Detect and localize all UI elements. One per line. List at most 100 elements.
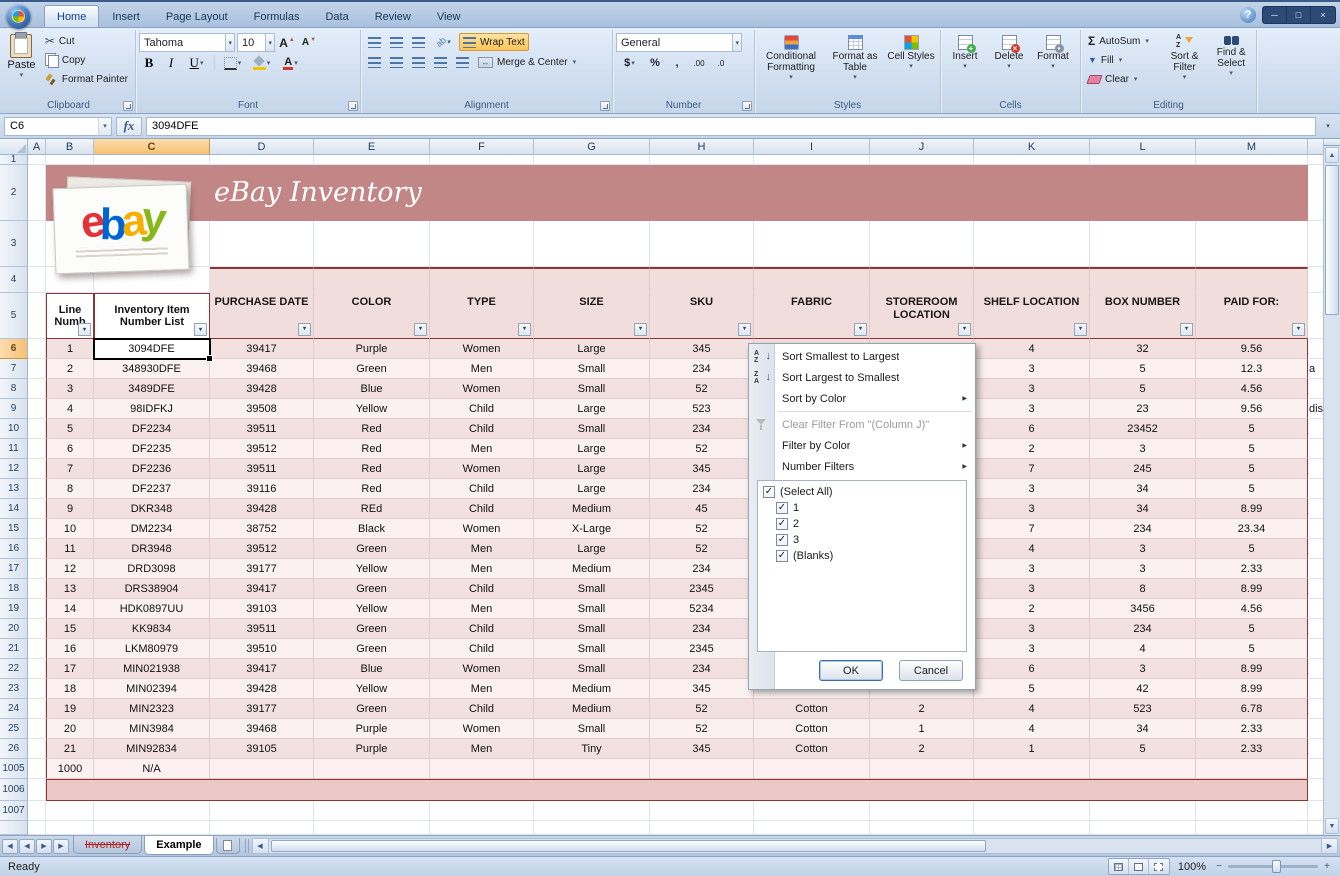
cell-K21[interactable]: 3: [974, 639, 1090, 659]
cell-H26[interactable]: 345: [650, 739, 754, 759]
cell-B20[interactable]: 15: [46, 619, 94, 639]
cell-H15[interactable]: 52: [650, 519, 754, 539]
cell-F14[interactable]: Child: [430, 499, 534, 519]
cell-G8[interactable]: Small: [534, 379, 650, 399]
cell-A[interactable]: [28, 801, 46, 821]
sheet-tab-inventory[interactable]: Inventory: [73, 836, 142, 854]
ribbon-tab-data[interactable]: Data: [312, 5, 361, 27]
cell-I24[interactable]: Cotton: [754, 699, 870, 719]
column-header-B[interactable]: B: [46, 139, 94, 155]
filter-button-F[interactable]: ▾: [518, 323, 531, 336]
cell-J26[interactable]: 2: [870, 739, 974, 759]
bold-button[interactable]: B: [139, 54, 159, 72]
cell-partial-15[interactable]: [1308, 519, 1324, 539]
merge-center-button[interactable]: Merge & Center▾: [474, 53, 580, 71]
row-header-23[interactable]: 23: [0, 679, 28, 699]
cell-partial-17[interactable]: [1308, 559, 1324, 579]
filter-button-L[interactable]: ▾: [1180, 323, 1193, 336]
close-button[interactable]: ×: [1311, 7, 1335, 23]
copy-button[interactable]: Copy: [41, 51, 132, 69]
cell-A[interactable]: [28, 155, 46, 165]
cell-E[interactable]: [314, 821, 430, 835]
row-header-1007[interactable]: 1007: [0, 801, 28, 821]
cell-F6[interactable]: Women: [430, 339, 534, 359]
fill-button[interactable]: ▼Fill▾: [1084, 51, 1160, 69]
cell-E16[interactable]: Green: [314, 539, 430, 559]
checkbox-checked-icon[interactable]: ✓: [776, 518, 788, 530]
menu-item-number-filters[interactable]: Number Filters▶: [749, 456, 975, 477]
cell-G[interactable]: [534, 155, 650, 165]
cell-E12[interactable]: Red: [314, 459, 430, 479]
row-header-7[interactable]: 7: [0, 359, 28, 379]
cell-L1005[interactable]: [1090, 759, 1196, 779]
cell-K24[interactable]: 4: [974, 699, 1090, 719]
cell-A[interactable]: [28, 459, 46, 479]
accounting-format-button[interactable]: $▾: [616, 54, 643, 72]
cell-A[interactable]: [28, 359, 46, 379]
autosum-button[interactable]: ΣAutoSum▾: [1084, 32, 1160, 50]
checkbox-checked-icon[interactable]: ✓: [776, 502, 788, 514]
cell-L20[interactable]: 234: [1090, 619, 1196, 639]
cell-K15[interactable]: 7: [974, 519, 1090, 539]
cell-M18[interactable]: 8.99: [1196, 579, 1308, 599]
cell-G23[interactable]: Medium: [534, 679, 650, 699]
cell-L10[interactable]: 23452: [1090, 419, 1196, 439]
cell-L23[interactable]: 42: [1090, 679, 1196, 699]
cell-B7[interactable]: 2: [46, 359, 94, 379]
cell-L17[interactable]: 3: [1090, 559, 1196, 579]
cell-A[interactable]: [28, 759, 46, 779]
cell-D[interactable]: [210, 267, 314, 293]
cell-A[interactable]: [28, 293, 46, 339]
cell-G19[interactable]: Small: [534, 599, 650, 619]
cell-E[interactable]: [314, 801, 430, 821]
cell-K18[interactable]: 3: [974, 579, 1090, 599]
cell-H9[interactable]: 523: [650, 399, 754, 419]
scroll-up-button[interactable]: ▲: [1325, 147, 1339, 163]
increase-decimal-button[interactable]: .00: [689, 54, 709, 72]
cell-M19[interactable]: 4.56: [1196, 599, 1308, 619]
cell-L[interactable]: [1090, 267, 1196, 293]
cell-E18[interactable]: Green: [314, 579, 430, 599]
cell-partial-6[interactable]: [1308, 339, 1324, 359]
cell-B6[interactable]: 1: [46, 339, 94, 359]
minimize-button[interactable]: ─: [1263, 7, 1287, 23]
cell-B21[interactable]: 16: [46, 639, 94, 659]
cell-F26[interactable]: Men: [430, 739, 534, 759]
scroll-right-button[interactable]: ▶: [1321, 839, 1337, 853]
filter-button-C[interactable]: ▾: [194, 323, 207, 336]
cell-C12[interactable]: DF2236: [94, 459, 210, 479]
cell-B[interactable]: [46, 155, 94, 165]
sheet-tab-example[interactable]: Example: [144, 836, 213, 855]
cell-H22[interactable]: 234: [650, 659, 754, 679]
cell-A[interactable]: [28, 599, 46, 619]
cell-A[interactable]: [28, 679, 46, 699]
cell-A[interactable]: [28, 699, 46, 719]
font-size-dropdown-icon[interactable]: ▾: [265, 34, 274, 51]
cell-M16[interactable]: 5: [1196, 539, 1308, 559]
cell-D8[interactable]: 39428: [210, 379, 314, 399]
cell-A[interactable]: [28, 539, 46, 559]
cell-C[interactable]: [94, 801, 210, 821]
cell-M9[interactable]: 9.56: [1196, 399, 1308, 419]
underline-button[interactable]: U▾: [183, 54, 210, 72]
cell-C14[interactable]: DKR348: [94, 499, 210, 519]
cell-E6[interactable]: Purple: [314, 339, 430, 359]
cell-K25[interactable]: 4: [974, 719, 1090, 739]
cell-C23[interactable]: MIN02394: [94, 679, 210, 699]
cell-F8[interactable]: Women: [430, 379, 534, 399]
formula-bar-expand-button[interactable]: ▾: [1320, 117, 1336, 136]
cell-B[interactable]: [46, 821, 94, 835]
cell-G25[interactable]: Small: [534, 719, 650, 739]
cell-M15[interactable]: 23.34: [1196, 519, 1308, 539]
zoom-in-button[interactable]: +: [1322, 861, 1332, 872]
scroll-left-button[interactable]: ◀: [253, 839, 269, 853]
table-header-type[interactable]: TYPE▾: [430, 293, 534, 339]
conditional-formatting-button[interactable]: Conditional Formatting▾: [758, 33, 824, 83]
cell-M17[interactable]: 2.33: [1196, 559, 1308, 579]
cell-A[interactable]: [28, 619, 46, 639]
name-box[interactable]: C6▾: [4, 117, 112, 136]
cell-partial-7[interactable]: a: [1308, 359, 1324, 379]
cell-L8[interactable]: 5: [1090, 379, 1196, 399]
cell-H18[interactable]: 2345: [650, 579, 754, 599]
cell-F[interactable]: [430, 801, 534, 821]
